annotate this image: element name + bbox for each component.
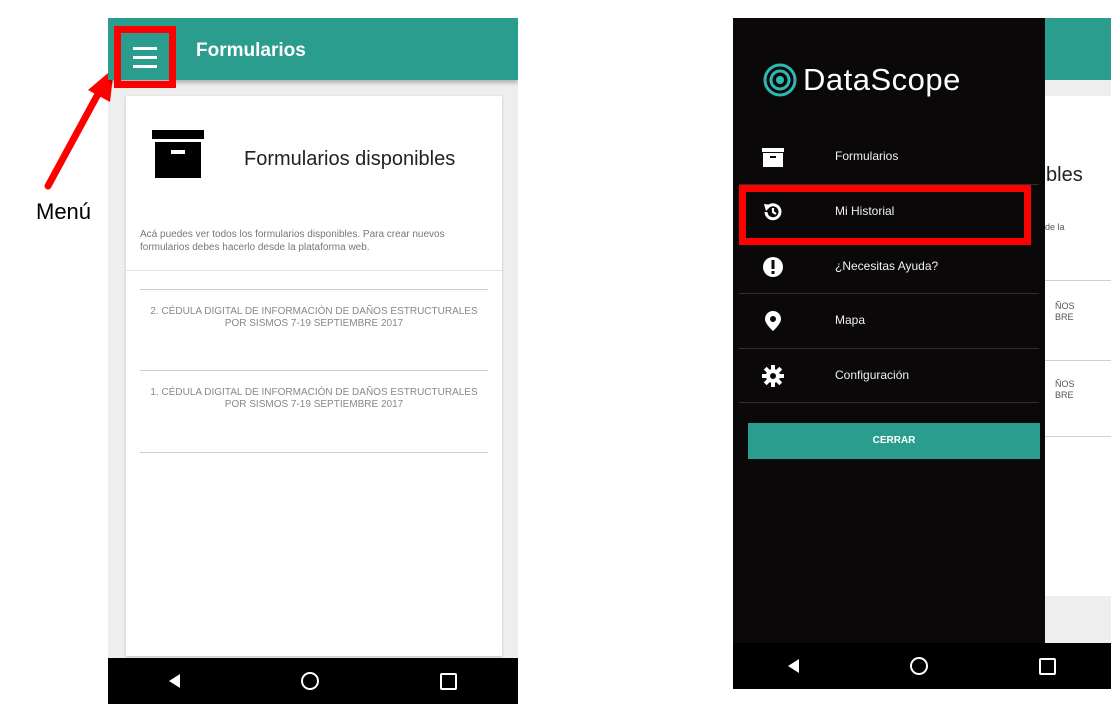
app-bar-title: Formularios: [196, 40, 306, 61]
gear-icon: [762, 365, 784, 387]
close-drawer-button[interactable]: CERRAR: [748, 423, 1040, 459]
divider: [739, 402, 1039, 403]
menu-annotation-label: Menú: [36, 199, 92, 224]
drawer-item-label: Configuración: [835, 368, 910, 382]
right-phone-screen: bles de la ÑOS BRE ÑOS BRE DataScope For…: [733, 18, 1111, 689]
navigation-drawer: DataScope Formularios Mi Historial ¿Nece…: [733, 18, 1045, 643]
divider: [126, 270, 502, 271]
drawer-item-mapa[interactable]: Mapa: [739, 294, 1039, 348]
card-title: Formularios disponibles: [244, 148, 456, 170]
android-nav-bar: [108, 658, 518, 704]
back-icon[interactable]: [168, 674, 180, 688]
home-icon[interactable]: [300, 672, 319, 690]
forms-card: Formularios disponibles Acá puedes ver t…: [126, 96, 502, 656]
background-item-fragment: ÑOS: [1055, 379, 1075, 389]
highlight-box-annotation: [739, 185, 1031, 245]
back-icon[interactable]: [788, 659, 800, 673]
card-description: Acá puedes ver todos los formularios dis…: [140, 229, 445, 253]
datascope-logo-icon: [763, 63, 797, 97]
background-item-fragment: BRE: [1055, 390, 1074, 400]
android-nav-bar: [733, 643, 1111, 689]
divider: [140, 452, 488, 453]
form-list-item[interactable]: 1. CÉDULA DIGITAL DE INFORMACIÓN DE DAÑO…: [140, 370, 488, 452]
drawer-item-label: Formularios: [835, 149, 899, 163]
home-icon[interactable]: [909, 657, 928, 675]
recents-icon[interactable]: [440, 672, 458, 690]
app-logo: DataScope: [763, 62, 961, 98]
background-item-fragment: ÑOS: [1055, 301, 1075, 311]
drawer-item-label: ¿Necesitas Ayuda?: [835, 259, 939, 273]
left-phone-screen: Formularios Formularios disponibles Acá …: [108, 18, 518, 704]
form-list-item[interactable]: 2. CÉDULA DIGITAL DE INFORMACIÓN DE DAÑO…: [140, 289, 488, 371]
background-item-fragment: BRE: [1055, 312, 1074, 322]
map-pin-icon: [765, 311, 781, 331]
hamburger-menu-icon[interactable]: [114, 26, 176, 88]
logo-text: DataScope: [803, 62, 961, 97]
archive-box-icon: [762, 148, 784, 167]
background-title-fragment: bles: [1046, 164, 1083, 186]
drawer-item-ayuda[interactable]: ¿Necesitas Ayuda?: [739, 240, 1039, 294]
background-desc-fragment: de la: [1045, 222, 1065, 232]
drawer-item-label: Mapa: [835, 313, 866, 327]
drawer-item-configuracion[interactable]: Configuración: [739, 349, 1039, 403]
red-arrow-annotation: [44, 68, 114, 190]
archive-box-icon: [152, 130, 204, 178]
alert-circle-icon: [763, 257, 783, 277]
recents-icon[interactable]: [1038, 657, 1056, 675]
drawer-item-formularios[interactable]: Formularios: [739, 130, 1039, 184]
